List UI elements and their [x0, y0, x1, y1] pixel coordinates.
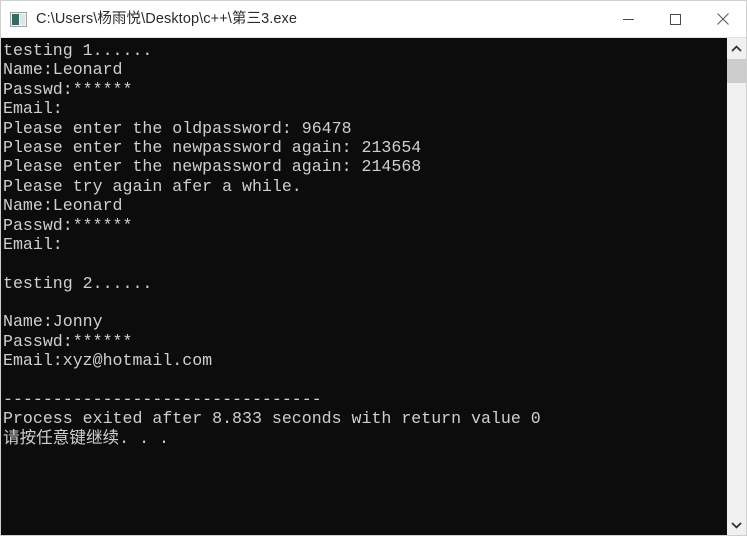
window-controls — [605, 1, 746, 37]
console-line: Please try again afer a while. — [3, 176, 302, 196]
console-line: Please enter the newpassword again: 2145… — [3, 157, 422, 177]
console-line: Name:Leonard — [3, 60, 123, 80]
maximize-button[interactable] — [652, 1, 699, 37]
console-line: 请按任意键继续. . . — [3, 428, 169, 448]
console-window-icon — [10, 11, 27, 27]
console-line: -------------------------------- — [3, 390, 322, 410]
console-window: C:\Users\杨雨悦\Desktop\c++\第三3.exe testing… — [0, 0, 747, 536]
chevron-down-icon — [731, 521, 742, 529]
console-output[interactable]: testing 1...... Name:Leonard Passwd:******… — [1, 38, 726, 535]
scroll-down-button[interactable] — [727, 514, 746, 535]
scroll-up-button[interactable] — [727, 38, 746, 59]
console-line: Email:xyz@hotmail.com — [3, 351, 213, 371]
console-body: testing 1...... Name:Leonard Passwd:******… — [1, 37, 746, 535]
chevron-up-icon — [731, 44, 742, 52]
minimize-icon — [623, 18, 634, 20]
console-line: Passwd:****** — [3, 331, 133, 351]
minimize-button[interactable] — [605, 1, 652, 37]
console-line: Passwd:****** — [3, 79, 133, 99]
console-line: testing 2...... — [3, 273, 153, 293]
console-line: Name:Jonny — [3, 312, 103, 332]
scrollbar-track[interactable] — [727, 59, 746, 535]
console-line: Email: — [3, 99, 63, 119]
close-icon — [716, 13, 729, 25]
console-line: Passwd:****** — [3, 215, 133, 235]
console-line: Email: — [3, 234, 63, 254]
close-button[interactable] — [699, 1, 746, 37]
console-line: Process exited after 8.833 seconds with … — [3, 409, 541, 429]
title-bar[interactable]: C:\Users\杨雨悦\Desktop\c++\第三3.exe — [1, 1, 746, 37]
vertical-scrollbar[interactable] — [726, 38, 746, 535]
maximize-icon — [670, 13, 681, 25]
console-line: Please enter the newpassword again: 2136… — [3, 137, 422, 157]
console-line: Please enter the oldpassword: 96478 — [3, 118, 352, 138]
console-line: testing 1...... — [3, 41, 153, 60]
window-title: C:\Users\杨雨悦\Desktop\c++\第三3.exe — [36, 11, 298, 27]
scrollbar-thumb[interactable] — [727, 59, 746, 83]
console-line: Name:Leonard — [3, 196, 123, 216]
